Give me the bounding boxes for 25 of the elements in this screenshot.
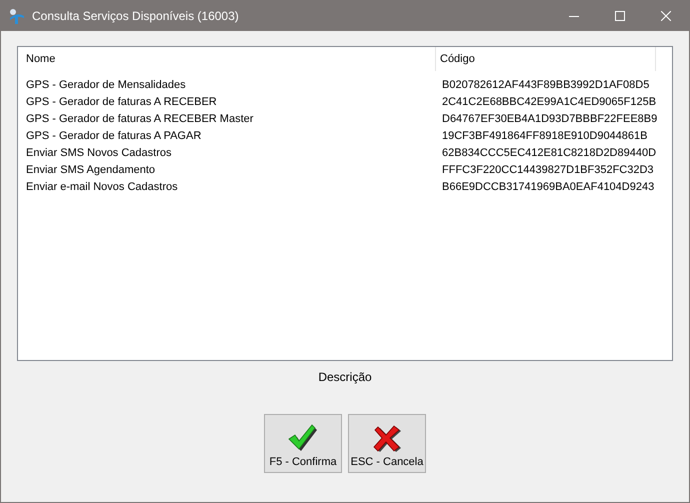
- confirm-button[interactable]: F5 - Confirma: [264, 414, 342, 473]
- table-cell-text: Enviar SMS Novos Cadastros: [25, 146, 172, 158]
- column-header[interactable]: Nome: [22, 47, 436, 71]
- table-cell-text: GPS - Gerador de faturas A RECEBER: [25, 96, 218, 108]
- table-cell-text: FFFC3F220CC14439827D1BF352FC32D3: [441, 164, 655, 176]
- cancel-button[interactable]: ESC - Cancela: [348, 414, 426, 473]
- table-cell-text: B020782612AF443F89BB3992D1AF08D5: [441, 78, 650, 90]
- table-cell-text: 19CF3BF491864FF8918E910D9044861B: [441, 130, 648, 142]
- description-label: Descrição: [318, 370, 372, 384]
- table-cell-text: 62B834CCC5EC412E81C8218D2D89440D: [441, 146, 656, 158]
- table-cell-text: GPS - Gerador de Mensalidades: [25, 78, 187, 90]
- table-cell-text: Enviar e-mail Novos Cadastros: [25, 180, 179, 192]
- cross-icon: [373, 424, 401, 452]
- table-cell-text: D64767EF30EB4A1D93D7BBBF22FEE8B9: [441, 112, 656, 124]
- table-cell-text: B66E9DCCB31741969BA0EAF4104D9243: [441, 180, 656, 192]
- close-icon: [661, 10, 671, 20]
- table-cell-text: GPS - Gerador de faturas A PAGAR: [25, 130, 202, 142]
- table-cell-text: 2C41C2E68BBC42E99A1C4ED9065F125B: [441, 96, 656, 108]
- maximize-icon: [615, 10, 625, 20]
- app-icon: [9, 8, 25, 24]
- table-cell-text: Enviar SMS Agendamento: [25, 164, 156, 176]
- table-cell-text: GPS - Gerador de faturas A RECEBER Master: [25, 112, 254, 124]
- check-icon: [288, 424, 318, 452]
- column-header[interactable]: Código: [436, 47, 656, 71]
- window-title: Consulta Serviços Disponíveis (16003): [32, 8, 240, 22]
